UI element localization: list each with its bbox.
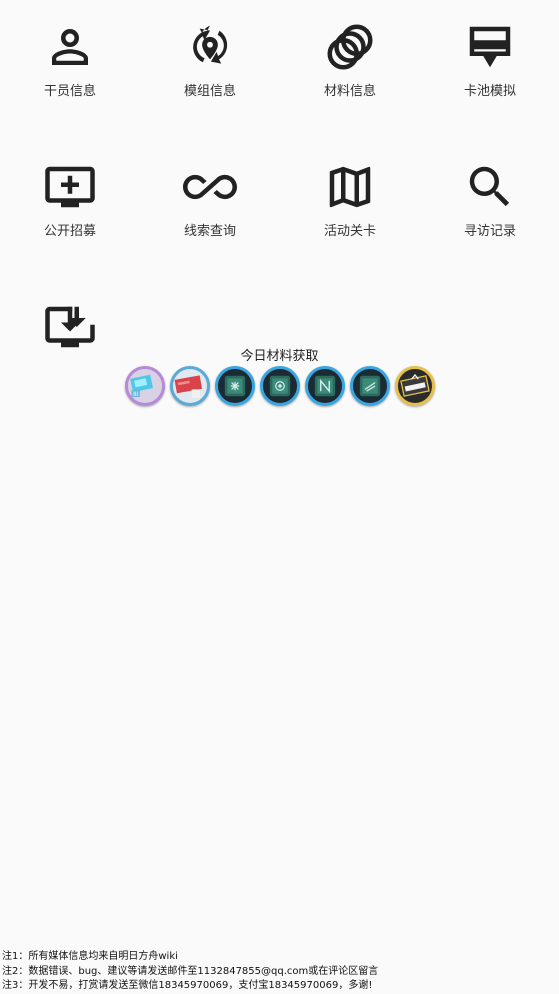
card-pool-icon: [463, 20, 517, 74]
menu-label: 寻访记录: [463, 224, 516, 239]
search-icon: [463, 160, 517, 214]
menu-material-info[interactable]: 材料信息: [280, 0, 420, 100]
menu-label: 卡池模拟: [463, 84, 516, 99]
menu-operator-info[interactable]: 干员信息: [0, 0, 140, 100]
menu-label: 材料信息: [323, 84, 376, 99]
red-ticket-icon[interactable]: [169, 366, 210, 406]
footer-notes: 注1：所有媒体信息均来自明日方舟wiki 注2：数据错误、bug、建议等请发送邮…: [2, 950, 378, 994]
menu-label: 干员信息: [43, 84, 96, 99]
menu-module-info[interactable]: 模组信息: [140, 0, 280, 100]
menu-label: 公开招募: [43, 224, 96, 239]
note-2: 注2：数据错误、bug、建议等请发送邮件至1132847855@qq.com或在…: [2, 965, 379, 977]
map-icon: [323, 160, 377, 214]
chip-blue-1-icon[interactable]: [214, 366, 255, 406]
chip-blue-3-icon[interactable]: [304, 366, 345, 406]
add-screen-icon: [43, 160, 97, 214]
menu-label: 模组信息: [183, 84, 236, 99]
menu-pool-simulation[interactable]: 卡池模拟: [420, 0, 559, 100]
menu-clue-query[interactable]: 线索查询: [140, 140, 280, 240]
menu-event-stages[interactable]: 活动关卡: [280, 140, 420, 240]
note-3: 注3：开发不易，打赏请发送至微信18345970069，支付宝183459700…: [2, 980, 373, 991]
person-icon: [43, 20, 97, 74]
chip-blue-4-icon[interactable]: [349, 366, 390, 406]
rings-icon: [323, 20, 377, 74]
exp-card-gold-icon[interactable]: [394, 366, 435, 406]
svg-text:III: III: [133, 391, 139, 398]
menu-headhunt-record[interactable]: 寻访记录: [420, 140, 559, 240]
today-materials-title: 今日材料获取: [240, 349, 319, 364]
infinity-icon: [183, 160, 237, 214]
menu-label: 线索查询: [183, 224, 236, 239]
module-icon: [183, 20, 237, 74]
today-materials-list: III: [0, 366, 559, 406]
skill-chip-purple-icon[interactable]: III: [124, 366, 165, 406]
chip-blue-2-icon[interactable]: [259, 366, 300, 406]
menu-recruitment[interactable]: 公开招募: [0, 140, 140, 240]
menu-label: 活动关卡: [323, 224, 376, 239]
menu-download[interactable]: [0, 280, 140, 380]
note-1: 注1：所有媒体信息均来自明日方舟wiki: [2, 951, 178, 962]
